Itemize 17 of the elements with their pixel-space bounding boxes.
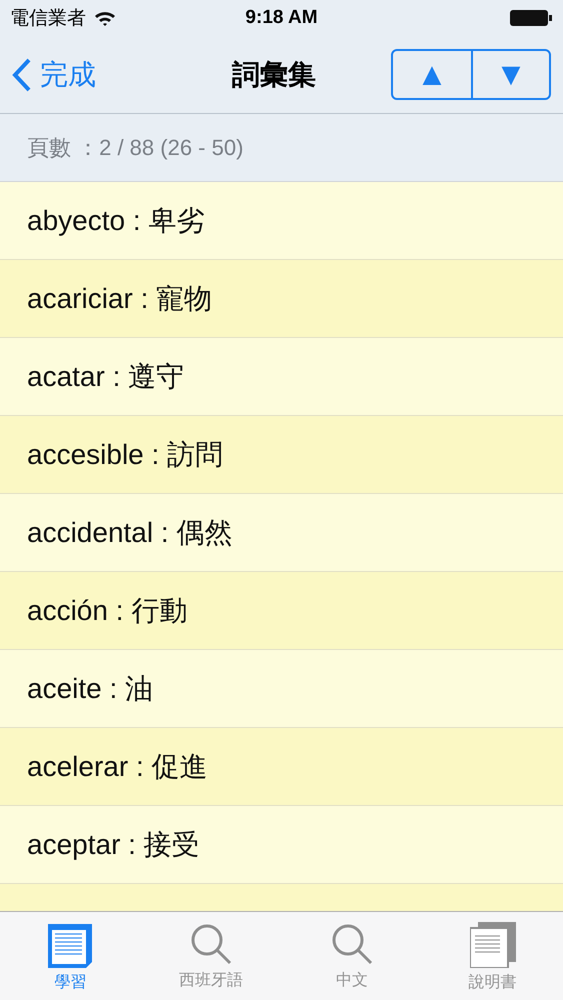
word-row[interactable]: aceite : 油 [0,650,563,728]
word-row[interactable]: accidental : 偶然 [0,494,563,572]
chevron-left-icon [12,58,32,92]
document-icon [470,922,516,968]
search-icon [189,922,234,966]
word-row[interactable]: acatar : 遵守 [0,338,563,416]
tab[interactable]: 學習 [0,912,141,1000]
word-row[interactable]: abyecto : 卑劣 [0,182,563,260]
status-time: 9:18 AM [245,7,318,29]
book-icon [46,922,94,968]
page-info: 頁數 ：2 / 88 (26 - 50) [27,134,244,162]
search-icon [330,922,374,966]
carrier-name: 電信業者 [10,7,86,31]
battery-icon [509,9,553,27]
word-row[interactable]: aceptar : 接受 [0,806,563,884]
screen-title: 詞彙集 [232,58,317,92]
wifi-icon [94,10,116,26]
